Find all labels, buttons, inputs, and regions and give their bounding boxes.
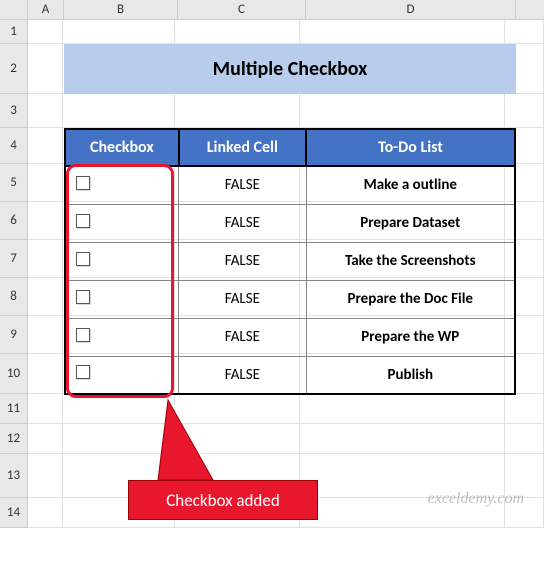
row-headers: 1234567891011121314 — [0, 20, 28, 528]
table-row: FALSEPrepare Dataset — [65, 204, 515, 242]
data-table: Checkbox Linked Cell To-Do List FALSEMak… — [64, 128, 516, 395]
checkbox-icon[interactable] — [76, 176, 90, 190]
header-checkbox: Checkbox — [65, 129, 179, 166]
row-header-10[interactable]: 10 — [0, 354, 27, 394]
checkbox-cell — [65, 242, 179, 280]
table-row: FALSETake the Screenshots — [65, 242, 515, 280]
checkbox-cell — [65, 356, 179, 394]
row-header-4[interactable]: 4 — [0, 128, 27, 164]
row-header-5[interactable]: 5 — [0, 164, 27, 202]
table-row: FALSEPrepare the WP — [65, 318, 515, 356]
header-linked: Linked Cell — [179, 129, 306, 166]
checkbox-cell — [65, 280, 179, 318]
todo-value: Prepare Dataset — [306, 204, 515, 242]
watermark: exceldemy.com — [428, 490, 524, 508]
linked-cell-value: FALSE — [179, 242, 306, 280]
todo-value: Prepare the WP — [306, 318, 515, 356]
table-header-row: Checkbox Linked Cell To-Do List — [65, 129, 515, 166]
col-header-b[interactable]: B — [64, 0, 178, 19]
row-header-14[interactable]: 14 — [0, 498, 27, 528]
title-band: Multiple Checkbox — [64, 44, 516, 94]
linked-cell-value: FALSE — [179, 204, 306, 242]
row-header-7[interactable]: 7 — [0, 240, 27, 278]
linked-cell-value: FALSE — [179, 318, 306, 356]
linked-cell-value: FALSE — [179, 166, 306, 204]
table-row: FALSEMake a outline — [65, 166, 515, 204]
todo-value: Take the Screenshots — [306, 242, 515, 280]
todo-value: Publish — [306, 356, 515, 394]
checkbox-icon[interactable] — [76, 214, 90, 228]
row-header-6[interactable]: 6 — [0, 202, 27, 240]
col-header-c[interactable]: C — [178, 0, 306, 19]
col-header-a[interactable]: A — [28, 0, 64, 19]
callout-box: Checkbox added — [128, 480, 318, 520]
checkbox-icon[interactable] — [76, 290, 90, 304]
table-row: FALSEPublish — [65, 356, 515, 394]
row-header-11[interactable]: 11 — [0, 394, 27, 424]
row-header-13[interactable]: 13 — [0, 454, 27, 498]
col-header-d[interactable]: D — [306, 0, 516, 19]
column-headers: A B C D — [0, 0, 544, 20]
page-title: Multiple Checkbox — [213, 57, 368, 81]
table-row: FALSEPrepare the Doc File — [65, 280, 515, 318]
row-header-2[interactable]: 2 — [0, 44, 27, 94]
checkbox-icon[interactable] — [76, 328, 90, 342]
linked-cell-value: FALSE — [179, 356, 306, 394]
checkbox-cell — [65, 166, 179, 204]
linked-cell-value: FALSE — [179, 280, 306, 318]
todo-value: Make a outline — [306, 166, 515, 204]
todo-value: Prepare the Doc File — [306, 280, 515, 318]
checkbox-cell — [65, 318, 179, 356]
header-todo: To-Do List — [306, 129, 515, 166]
row-header-8[interactable]: 8 — [0, 278, 27, 316]
select-all-corner[interactable] — [0, 0, 28, 19]
checkbox-icon[interactable] — [76, 252, 90, 266]
checkbox-cell — [65, 204, 179, 242]
checkbox-icon[interactable] — [76, 365, 90, 379]
callout-text: Checkbox added — [166, 490, 280, 511]
row-header-1[interactable]: 1 — [0, 20, 27, 44]
row-header-9[interactable]: 9 — [0, 316, 27, 354]
row-header-12[interactable]: 12 — [0, 424, 27, 454]
row-header-3[interactable]: 3 — [0, 94, 27, 128]
